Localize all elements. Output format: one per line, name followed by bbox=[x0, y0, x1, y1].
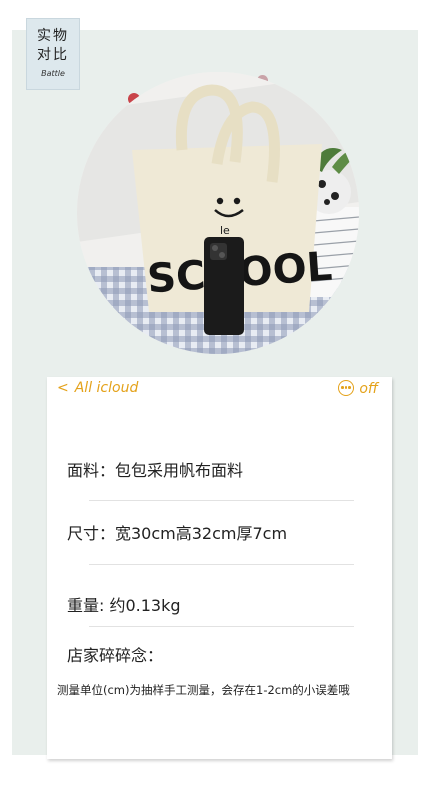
badge-subtitle: Battle bbox=[41, 69, 65, 78]
tote-bag-illustration: le SCHOOL bbox=[77, 72, 359, 354]
divider bbox=[89, 500, 354, 501]
info-card: < All icloud off 面料：包包采用帆布面料 尺寸：宽30cm高32c… bbox=[47, 377, 392, 759]
shop-notes-title: 店家碎碎念： bbox=[67, 646, 164, 665]
card-header: < All icloud off bbox=[47, 377, 392, 405]
back-link[interactable]: < All icloud bbox=[57, 380, 138, 396]
divider bbox=[89, 626, 354, 627]
chevron-left-icon: < bbox=[57, 380, 69, 396]
badge-line1: 实物 bbox=[37, 28, 69, 44]
size-text: 尺寸：宽30cm高32cm厚7cm bbox=[67, 524, 288, 543]
material-text: 面料：包包采用帆布面料 bbox=[67, 461, 244, 480]
measurement-note: 测量单位(cm)为抽样手工测量，会存在1-2cm的小误差哦 bbox=[57, 683, 350, 697]
badge-line2: 对比 bbox=[37, 47, 69, 63]
svg-text:le: le bbox=[220, 224, 230, 237]
more-button[interactable]: off bbox=[338, 380, 378, 397]
tote-bag-photo: le SCHOOL bbox=[77, 72, 359, 354]
weight-text: 重量: 约0.13kg bbox=[67, 596, 181, 615]
more-label: off bbox=[359, 381, 378, 397]
back-label: All icloud bbox=[74, 380, 139, 396]
comparison-badge: 实物 对比 Battle bbox=[26, 18, 80, 90]
divider bbox=[89, 564, 354, 565]
ellipsis-circle-icon bbox=[338, 380, 355, 396]
